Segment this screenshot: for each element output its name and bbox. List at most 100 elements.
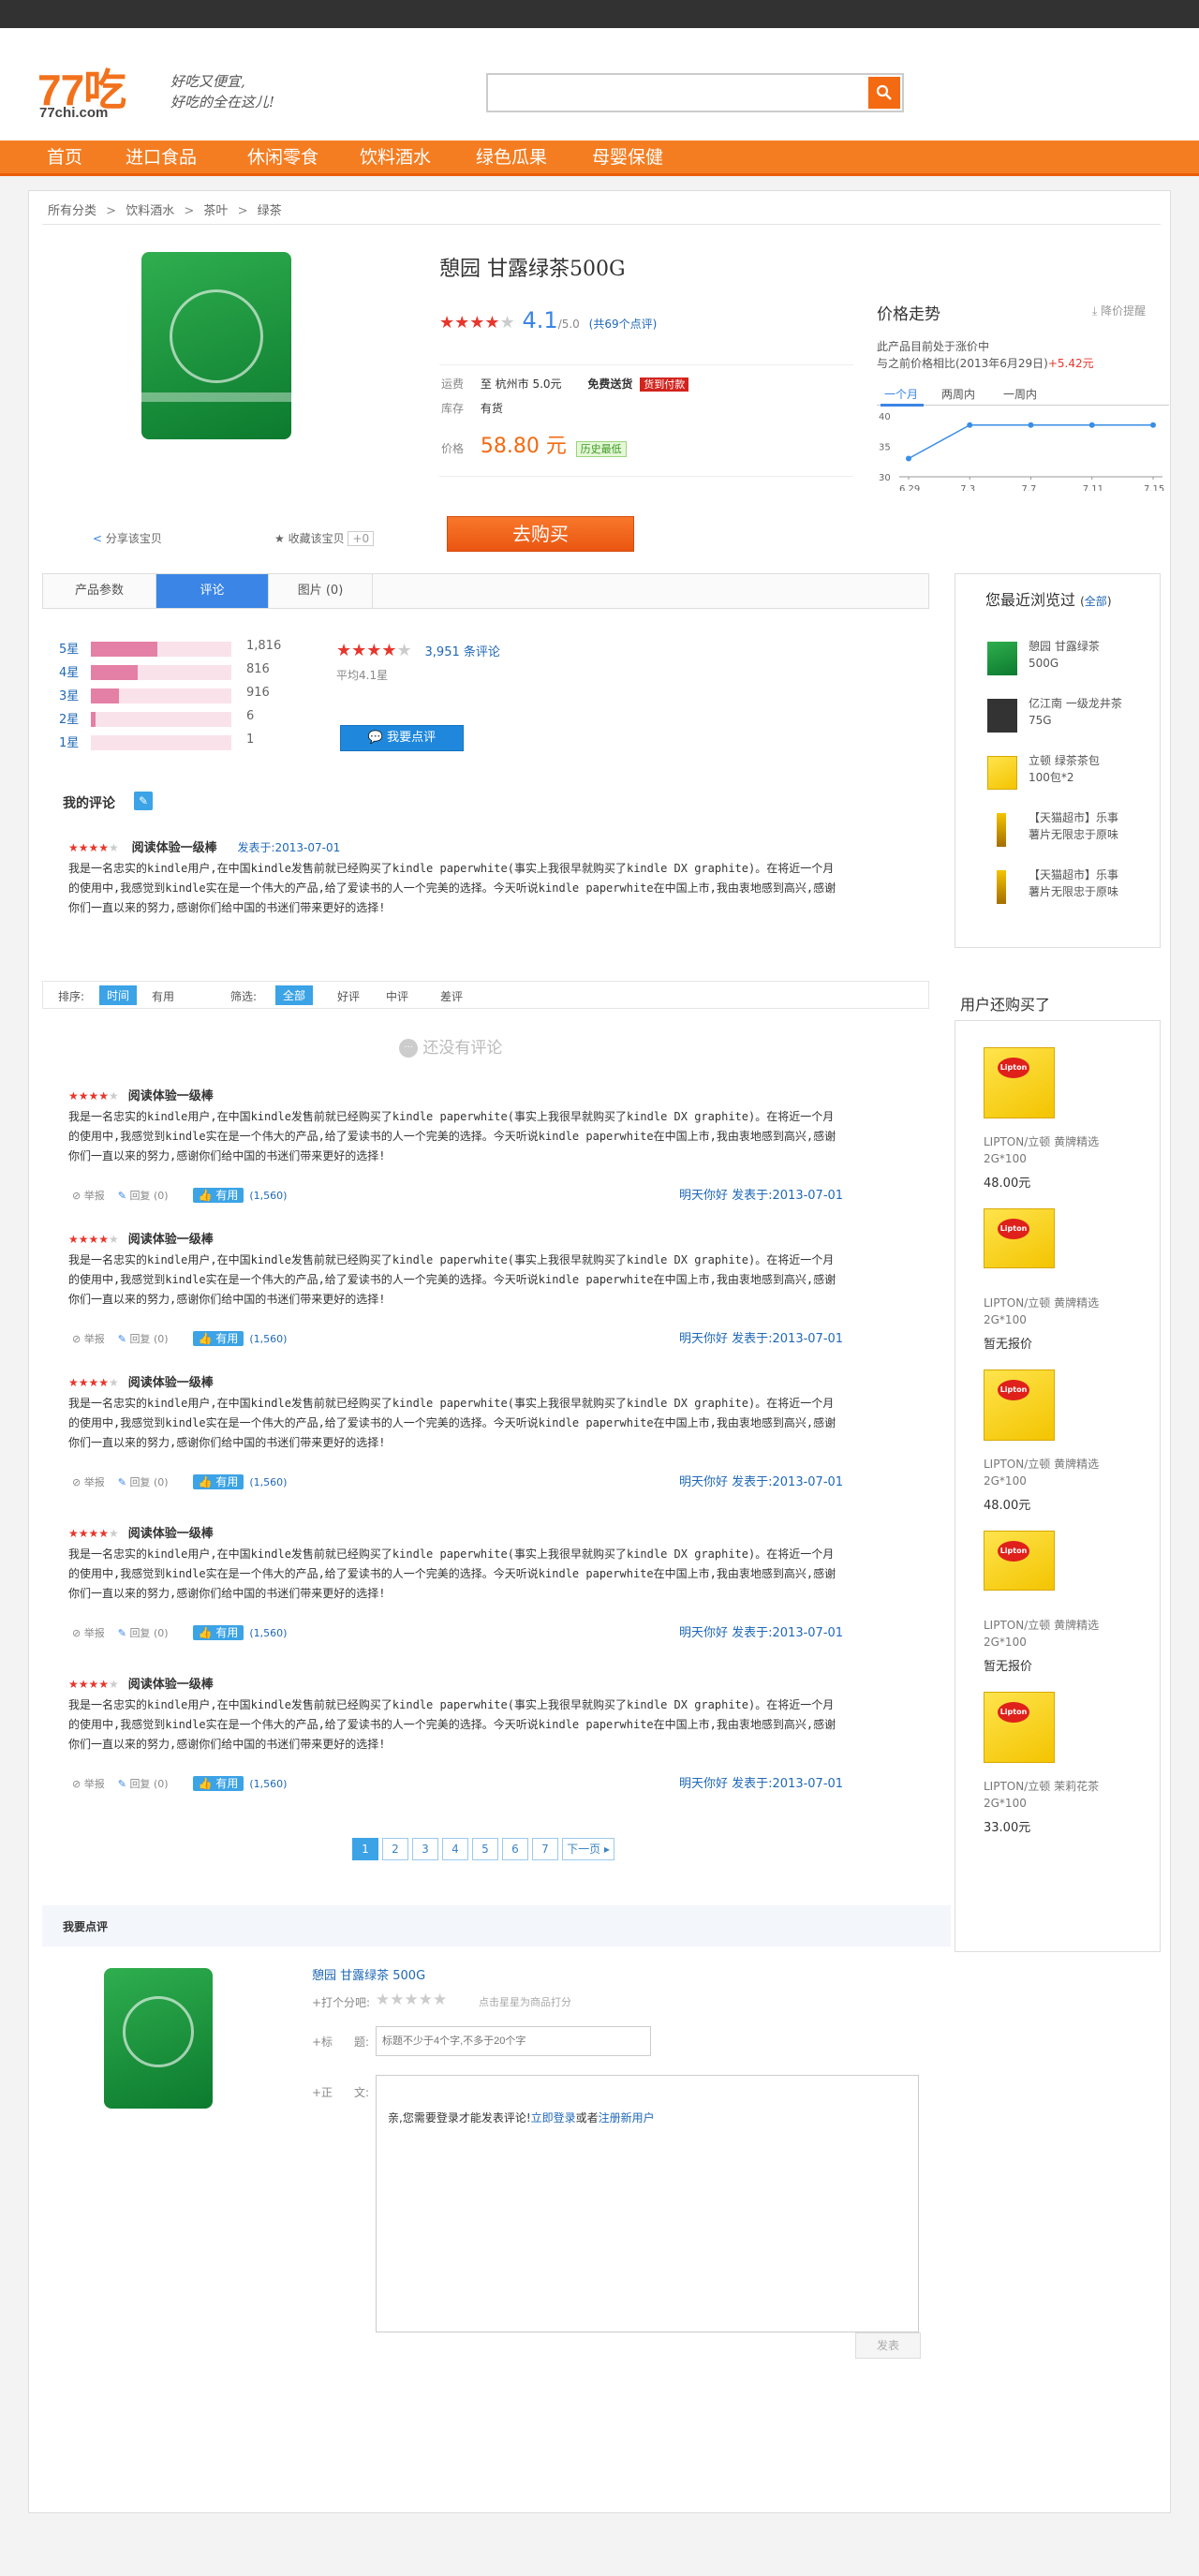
also-bought-price: 33.00元 [984, 1821, 1031, 1835]
recent-item[interactable]: 亿江南 一级龙井茶 75G [987, 695, 1156, 744]
reply-link[interactable]: ✎ 回复 (0) [118, 1333, 169, 1345]
breadcrumb-drinks[interactable]: 饮料酒水 [126, 204, 174, 218]
edit-icon[interactable]: ✎ [134, 792, 153, 810]
sort-useful[interactable]: 有用 [152, 988, 174, 1004]
reply-link[interactable]: ✎ 回复 (0) [118, 1627, 169, 1639]
helpful-button[interactable]: 👍 有用 [192, 1188, 244, 1203]
nav-item-drinks[interactable]: 饮料酒水 [360, 141, 431, 176]
score-stars[interactable]: ★★★★★ [376, 1991, 447, 2009]
page-number[interactable]: 4 [442, 1838, 468, 1860]
report-link[interactable]: ⊘ 举报 [72, 1778, 105, 1790]
trend-tab-week[interactable]: 一周内 [1003, 386, 1037, 402]
breadcrumb-green-tea[interactable]: 绿茶 [258, 204, 282, 218]
review-author-date[interactable]: 明天你好 发表于:2013-07-01 [679, 1328, 843, 1346]
review-author-date[interactable]: 明天你好 发表于:2013-07-01 [679, 1622, 843, 1640]
nav-item-baby[interactable]: 母婴保健 [592, 141, 663, 176]
also-bought-price: 48.00元 [984, 1499, 1031, 1513]
helpful-button[interactable]: 👍 有用 [192, 1625, 244, 1640]
login-link[interactable]: 立即登录 [531, 2111, 576, 2124]
review-count[interactable]: 3,951 条评论 [425, 645, 500, 659]
helpful-button[interactable]: 👍 有用 [192, 1776, 244, 1791]
submit-review-button[interactable]: 发表 [855, 2332, 921, 2359]
price-alert-link[interactable]: ⤓ 降价提醒 [1092, 303, 1146, 318]
write-review-button[interactable]: 💬 我要点评 [340, 725, 464, 751]
page-number[interactable]: 1 [352, 1838, 378, 1860]
sort-time[interactable]: 时间 [99, 985, 138, 1005]
nav-item-fruits[interactable]: 绿色瓜果 [476, 141, 547, 176]
tab-reviews[interactable]: 评论 [156, 574, 269, 608]
recent-item[interactable]: 【天猫超市】乐事 薯片无限忠于原味 [987, 809, 1156, 858]
review-item: ★★★★★ 阅读体验一级棒 我是一名忠实的kindle用户,在中国kindle发售前… [68, 1674, 855, 1805]
also-bought-item[interactable]: Lipton LIPTON/立顿 黄牌精选 2G*100 48.00元 [984, 1369, 1143, 1519]
helpful-button[interactable]: 👍 有用 [192, 1331, 244, 1346]
recent-item[interactable]: 【天猫超市】乐事 薯片无限忠于原味 [987, 866, 1156, 915]
review-text: 我是一名忠实的kindle用户,在中国kindle发售前就已经购买了kindle… [68, 1547, 836, 1600]
nav-item-imported[interactable]: 进口食品 [126, 141, 197, 176]
top-bar [0, 0, 1199, 28]
helpful-button[interactable]: 👍 有用 [192, 1474, 244, 1489]
recent-item[interactable]: 憩园 甘露绿茶 500G [987, 638, 1156, 687]
slogan-line-2: 好吃的全在这儿! [170, 94, 275, 111]
recent-views-title: 您最近浏览过 (全部) [985, 591, 1112, 609]
reply-link[interactable]: ✎ 回复 (0) [118, 1190, 169, 1202]
also-bought-item[interactable]: Lipton LIPTON/立顿 黄牌精选 2G*100 48.00元 [984, 1047, 1143, 1197]
breadcrumb-all[interactable]: 所有分类 [48, 204, 96, 218]
also-bought-thumb: Lipton [984, 1208, 1055, 1268]
also-bought-item[interactable]: Lipton LIPTON/立顿 黄牌精选 2G*100 暂无报价 [984, 1531, 1143, 1680]
register-link[interactable]: 注册新用户 [599, 2111, 655, 2124]
rating-count-link[interactable]: (共69个点评) [589, 318, 658, 331]
share-icon: < [93, 532, 103, 545]
page-number[interactable]: 3 [412, 1838, 438, 1860]
report-link[interactable]: ⊘ 举报 [72, 1190, 105, 1202]
reply-link[interactable]: ✎ 回复 (0) [118, 1778, 169, 1790]
review-title-input[interactable] [376, 2026, 651, 2056]
review-author-date[interactable]: 明天你好 发表于:2013-07-01 [679, 1185, 843, 1203]
report-link[interactable]: ⊘ 举报 [72, 1333, 105, 1345]
recent-item[interactable]: 立顿 绿茶茶包 100包*2 [987, 752, 1156, 801]
trend-tab-two-weeks[interactable]: 两周内 [941, 386, 975, 402]
nav-item-home[interactable]: 首页 [47, 141, 82, 176]
filter-all[interactable]: 全部 [275, 985, 314, 1005]
search-button[interactable] [868, 77, 900, 109]
product-image[interactable] [141, 252, 291, 439]
brand-logo-icon: Lipton [998, 1380, 1029, 1400]
rating-bar-fill [91, 642, 157, 657]
page-number[interactable]: 6 [502, 1838, 528, 1860]
nav-item-snacks[interactable]: 休闲零食 [247, 141, 318, 176]
thumbs-up-icon: 👍 [198, 1475, 213, 1488]
also-bought-item[interactable]: Lipton LIPTON/立顿 茉莉花茶 2G*100 33.00元 [984, 1692, 1143, 1842]
buy-button[interactable]: 去购买 [447, 516, 634, 552]
product-title: 憩园 甘露绿茶500G [439, 258, 626, 281]
trend-tab-month[interactable]: 一个月 [884, 386, 918, 402]
review-author-date[interactable]: 明天你好 发表于:2013-07-01 [679, 1472, 843, 1489]
report-link[interactable]: ⊘ 举报 [72, 1476, 105, 1488]
tab-images[interactable]: 图片 (0) [269, 574, 373, 608]
breadcrumb-tea[interactable]: 茶叶 [203, 204, 228, 218]
recent-all-link[interactable]: 全部 [1085, 595, 1107, 608]
page-number[interactable]: 2 [382, 1838, 408, 1860]
report-link[interactable]: ⊘ 举报 [72, 1627, 105, 1639]
reply-link[interactable]: ✎ 回复 (0) [118, 1476, 169, 1488]
free-shipping: 免费送货 [587, 378, 633, 391]
also-bought-item[interactable]: Lipton LIPTON/立顿 黄牌精选 2G*100 暂无报价 [984, 1208, 1143, 1358]
write-review-product-name[interactable]: 憩园 甘露绿茶 500G [312, 1965, 425, 1983]
share-link[interactable]: < 分享该宝贝 [93, 530, 162, 546]
report-icon: ⊘ [72, 1778, 81, 1790]
title-label: +标 题: [312, 2036, 369, 2049]
review-actions: ⊘ 举报 ✎ 回复 (0) 👍 有用 (1,560) [72, 1624, 287, 1640]
review-author-date[interactable]: 明天你好 发表于:2013-07-01 [679, 1773, 843, 1791]
rating-bar-fill [91, 665, 138, 680]
data-point [1028, 422, 1034, 428]
favorite-link[interactable]: ★ 收藏该宝贝 +0 [274, 530, 375, 546]
review-body-textarea[interactable]: 亲,您需要登录才能发表评论!立即登录或者注册新用户 [376, 2075, 919, 2332]
search-input[interactable] [492, 81, 857, 105]
page-number[interactable]: 7 [532, 1838, 558, 1860]
filter-bad[interactable]: 差评 [440, 988, 463, 1004]
site-logo[interactable]: 77吃 77chi.com 好吃又便宜, 好吃的全在这儿! [37, 56, 318, 126]
page-number[interactable]: 5 [472, 1838, 498, 1860]
filter-good[interactable]: 好评 [337, 988, 360, 1004]
review-head: ★★★★★ 阅读体验一级棒 [68, 1523, 855, 1541]
next-page-button[interactable]: 下一页 ▸ [562, 1838, 614, 1860]
filter-mid[interactable]: 中评 [386, 988, 408, 1004]
tab-params[interactable]: 产品参数 [43, 574, 156, 608]
